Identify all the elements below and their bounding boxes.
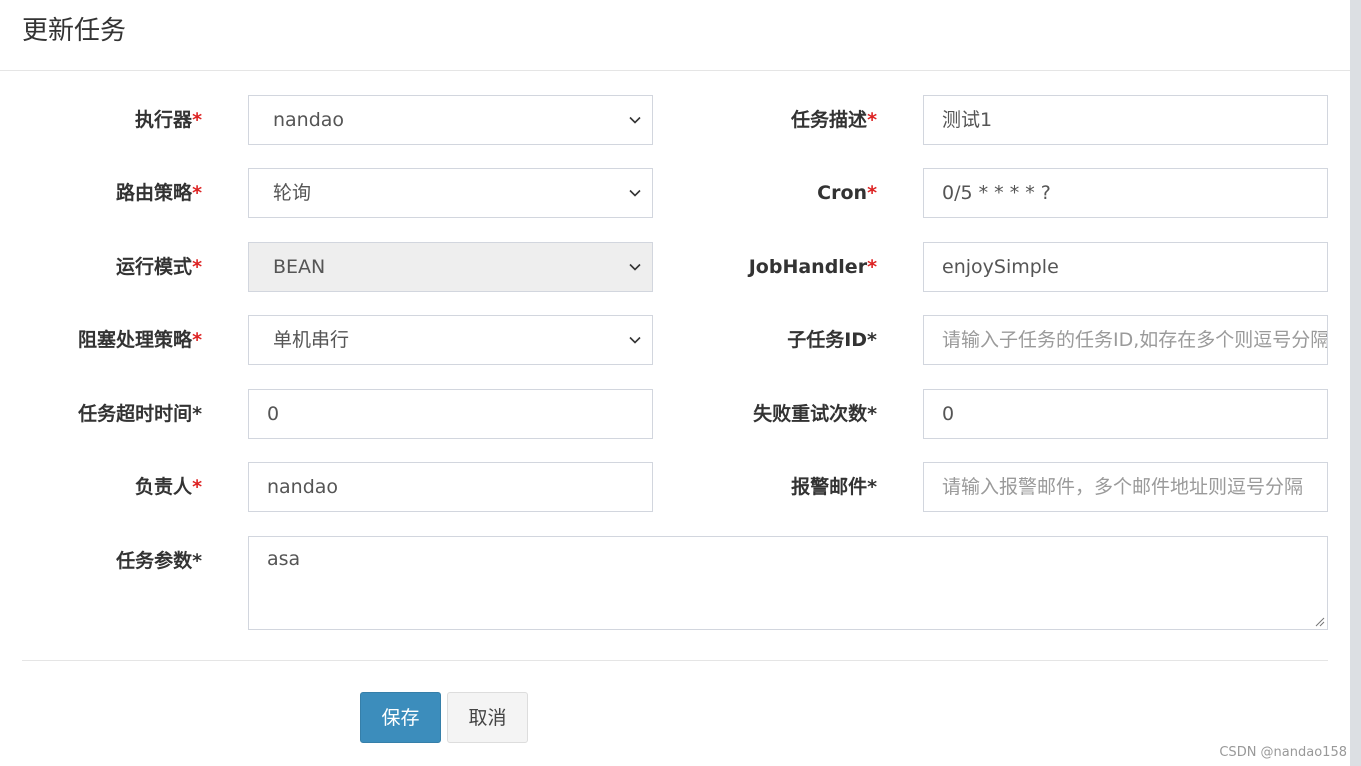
- param-label: 任务参数*: [116, 550, 202, 572]
- executor-select[interactable]: nandao: [248, 95, 653, 145]
- job-handler-input[interactable]: enjoySimple: [923, 242, 1328, 292]
- modal-title: 更新任务: [22, 16, 127, 46]
- param-value: asa: [267, 548, 301, 570]
- update-job-modal: 更新任务 执行器* nandao 任务描述* 测试1 路由策略* 轮询 Cron…: [0, 0, 1350, 766]
- child-job-id-label: 子任务ID*: [787, 329, 877, 351]
- fail-retry-label: 失败重试次数*: [753, 403, 877, 425]
- form-divider: [22, 660, 1328, 661]
- block-strategy-select[interactable]: 单机串行: [248, 315, 653, 365]
- timeout-input[interactable]: 0: [248, 389, 653, 439]
- page-scroll-edge: [1350, 0, 1361, 766]
- glue-type-label: 运行模式*: [116, 256, 202, 278]
- chevron-down-icon: [629, 189, 641, 197]
- cron-input[interactable]: 0/5 * * * * ?: [923, 168, 1328, 218]
- cancel-button[interactable]: 取消: [447, 692, 528, 743]
- chevron-down-icon: [629, 263, 641, 271]
- block-strategy-label: 阻塞处理策略*: [78, 329, 202, 351]
- watermark: CSDN @nandao158: [1219, 745, 1347, 760]
- save-button[interactable]: 保存: [360, 692, 441, 743]
- executor-value: nandao: [273, 109, 345, 131]
- chevron-down-icon: [629, 116, 641, 124]
- glue-type-value: BEAN: [273, 256, 326, 278]
- fail-retry-input[interactable]: 0: [923, 389, 1328, 439]
- glue-type-select: BEAN: [248, 242, 653, 292]
- modal-header: 更新任务: [0, 0, 1350, 71]
- alarm-email-label: 报警邮件*: [791, 476, 877, 498]
- timeout-label: 任务超时时间*: [78, 403, 202, 425]
- route-strategy-label: 路由策略*: [116, 182, 202, 204]
- resize-grip-icon[interactable]: [1313, 615, 1325, 627]
- author-label: 负责人*: [135, 476, 202, 498]
- param-textarea[interactable]: asa: [248, 536, 1328, 630]
- chevron-down-icon: [629, 336, 641, 344]
- route-strategy-value: 轮询: [273, 182, 312, 204]
- job-desc-label: 任务描述*: [791, 109, 877, 131]
- block-strategy-value: 单机串行: [273, 329, 350, 351]
- route-strategy-select[interactable]: 轮询: [248, 168, 653, 218]
- child-job-id-input[interactable]: 请输入子任务的任务ID,如存在多个则逗号分隔: [923, 315, 1328, 365]
- author-input[interactable]: nandao: [248, 462, 653, 512]
- job-handler-label: JobHandler*: [748, 256, 877, 278]
- alarm-email-input[interactable]: 请输入报警邮件，多个邮件地址则逗号分隔: [923, 462, 1328, 512]
- job-desc-input[interactable]: 测试1: [923, 95, 1328, 145]
- executor-label: 执行器*: [135, 109, 202, 131]
- cron-label: Cron*: [817, 182, 877, 204]
